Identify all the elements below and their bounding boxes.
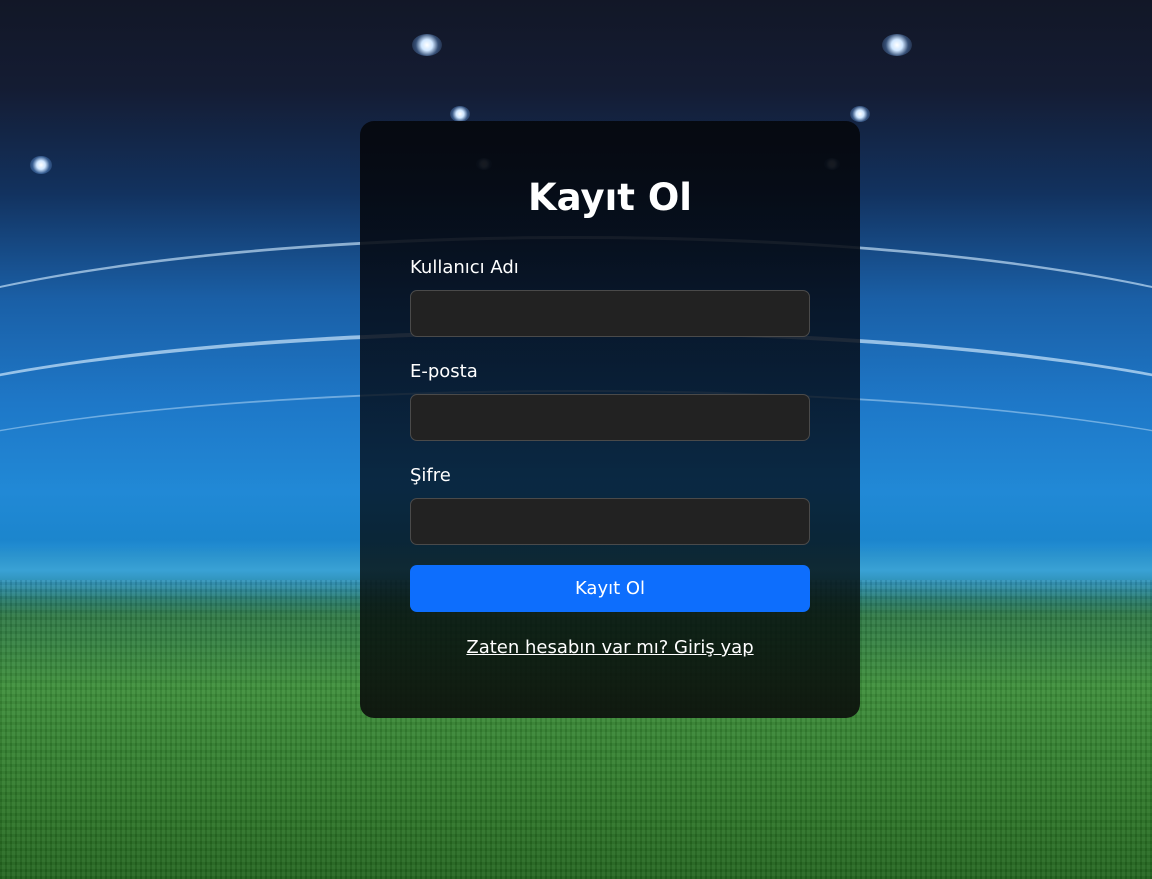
stadium-light — [882, 34, 912, 56]
password-input[interactable] — [410, 498, 810, 545]
email-label: E-posta — [410, 361, 478, 382]
login-link[interactable]: Zaten hesabın var mı? Giriş yap — [410, 636, 810, 660]
stadium-light — [850, 106, 870, 122]
stadium-light — [30, 156, 52, 174]
register-card: Kayıt Ol Kullanıcı Adı E-posta Şifre Kay… — [360, 121, 860, 718]
password-label: Şifre — [410, 465, 451, 486]
username-label: Kullanıcı Adı — [410, 257, 519, 278]
stadium-light — [412, 34, 442, 56]
form-title: Kayıt Ol — [527, 176, 692, 219]
email-input[interactable] — [410, 394, 810, 441]
username-input[interactable] — [410, 290, 810, 337]
stadium-light — [450, 106, 470, 122]
register-button[interactable]: Kayıt Ol — [410, 565, 810, 612]
